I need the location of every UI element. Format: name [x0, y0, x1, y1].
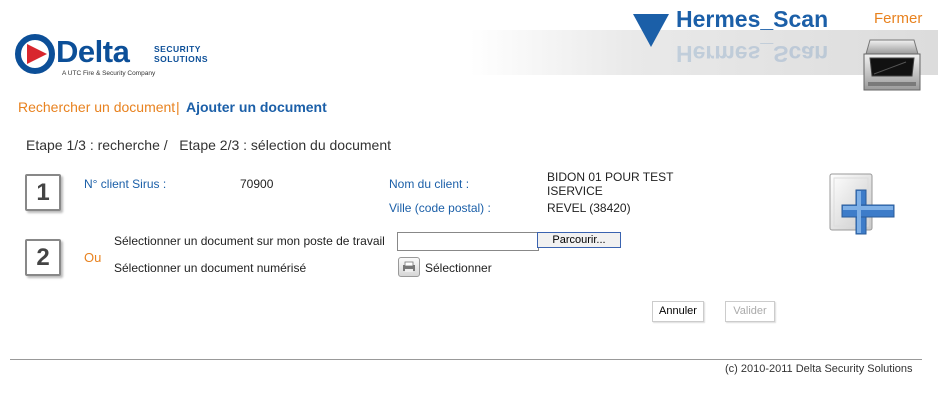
client-name-line2: ISERVICE — [547, 184, 603, 198]
scanner-icon — [863, 39, 921, 91]
logo-subtitle: SECURITY SOLUTIONS — [154, 44, 208, 64]
cancel-button[interactable]: Annuler — [652, 301, 704, 322]
footer-copyright: (c) 2010-2011 Delta Security Solutions — [725, 363, 913, 375]
delta-logo-icon — [15, 34, 55, 74]
validate-button[interactable]: Valider — [725, 301, 775, 322]
client-sirus-value: 70900 — [240, 177, 274, 191]
step-1-badge: 1 — [25, 174, 61, 211]
client-sirus-label: N° client Sirus : — [84, 177, 167, 191]
step-2-badge: 2 — [25, 239, 61, 276]
logo-tagline: A UTC Fire & Security Company — [62, 70, 156, 77]
client-city-value: REVEL (38420) — [547, 201, 631, 215]
or-label: Ou — [84, 250, 102, 265]
local-document-label: Sélectionner un document sur mon poste d… — [114, 234, 385, 248]
step-breadcrumb: Etape 1/3 : recherche / Etape 2/3 : séle… — [26, 137, 392, 153]
tab-search-document[interactable]: Rechercher un document — [18, 99, 175, 115]
add-document-icon — [829, 173, 895, 235]
logo-solutions: SOLUTIONS — [154, 54, 209, 64]
triangle-down-icon — [633, 14, 669, 47]
close-link[interactable]: Fermer — [874, 10, 922, 27]
select-scanned-link[interactable]: Sélectionner — [425, 261, 492, 275]
tab-add-document[interactable]: Ajouter un document — [186, 99, 327, 115]
app-title-reflection: Hermes_Scan — [676, 41, 829, 67]
client-name-label: Nom du client : — [389, 177, 470, 191]
nav-separator: | — [176, 99, 180, 115]
client-name-line1: BIDON 01 POUR TEST — [547, 170, 674, 184]
printer-icon — [403, 261, 415, 272]
footer-divider — [10, 359, 922, 360]
app-title: Hermes_Scan — [676, 6, 829, 32]
logo-name: Delta — [56, 34, 130, 69]
scanner-select-button[interactable] — [398, 257, 420, 277]
browse-button[interactable]: Parcourir... — [537, 232, 621, 248]
scanned-document-label: Sélectionner un document numérisé — [114, 261, 307, 275]
file-path-input[interactable] — [397, 232, 539, 251]
logo-security: SECURITY — [154, 44, 201, 54]
client-city-label: Ville (code postal) : — [389, 201, 491, 215]
